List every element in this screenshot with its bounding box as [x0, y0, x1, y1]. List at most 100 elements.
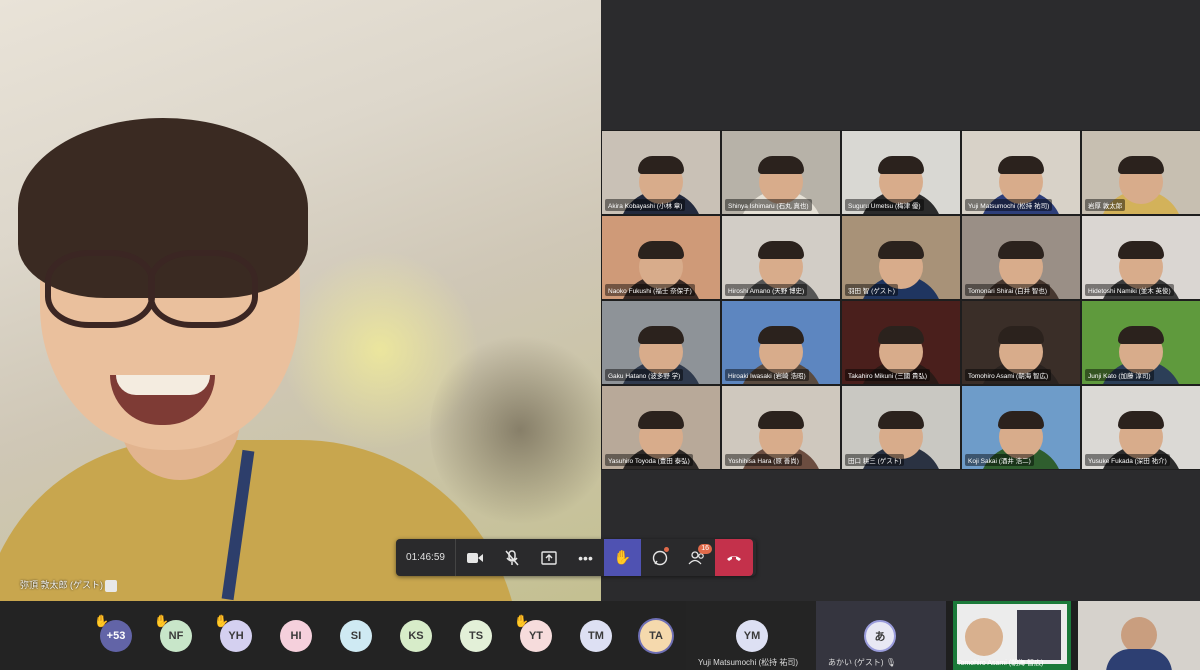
- participant-hair: [638, 156, 684, 174]
- hand-icon: ✋: [613, 549, 632, 565]
- raised-hand-icon: ✋: [514, 614, 529, 628]
- speaker-teeth: [116, 375, 210, 395]
- participant-video-tile[interactable]: Naoko Fukushi (福士 奈保子): [601, 215, 721, 300]
- participant-video-tile[interactable]: Yoshihisa Hara (原 善尚): [721, 385, 841, 470]
- participant-name-label: Yoshihisa Hara (原 善尚): [725, 454, 802, 466]
- participant-name: Yuji Matsumochi (松持 祐司): [698, 658, 799, 667]
- raise-hand-button[interactable]: ✋: [604, 539, 641, 576]
- participant-video-tile[interactable]: 岩厚 敦太郎: [1081, 130, 1200, 215]
- participant-video-tile[interactable]: Hiroaki Iwasaki (岩崎 浩昭): [721, 300, 841, 385]
- participant-avatar[interactable]: TM: [580, 620, 612, 652]
- video-gallery-grid: Akira Kobayashi (小林 章) Shinya Ishimaru (石…: [601, 130, 1200, 470]
- participant-hair: [998, 156, 1044, 174]
- shared-gallery-thumbnail: [1017, 610, 1061, 660]
- mic-toggle-button[interactable]: [493, 539, 530, 576]
- participant-hair: [878, 411, 924, 429]
- participant-hair: [998, 411, 1044, 429]
- participant-hair: [998, 326, 1044, 344]
- participant-hair: [998, 241, 1044, 259]
- active-speaker-video[interactable]: 弥頂 敦太郎 (ゲスト): [0, 0, 601, 601]
- participant-video-tile[interactable]: Koji Sakai (酒井 浩二): [961, 385, 1081, 470]
- pin-icon[interactable]: [105, 580, 117, 592]
- hang-up-icon: [727, 555, 741, 561]
- participant-video-tile[interactable]: Tomohiro Asami (朝海 智広): [961, 300, 1081, 385]
- raised-hand-icon: ✋: [154, 614, 169, 628]
- participant-avatar-row: +53 ✋ NF ✋ YH ✋ HI SI KS TS YT ✋ TM TA: [0, 601, 686, 670]
- participant-name-label: 岩厚 敦太郎: [1085, 199, 1126, 211]
- shared-screen-preview: [957, 604, 1067, 664]
- participant-name-label: Gaku Hatano (波多野 学): [605, 369, 684, 381]
- participant-name-label: 羽田 智 (ゲスト): [845, 284, 898, 296]
- raised-hand-icon: ✋: [214, 614, 229, 628]
- presenter-thumbnail: [965, 618, 1003, 656]
- participant-video-tile[interactable]: Gaku Hatano (波多野 学): [601, 300, 721, 385]
- participant-hair: [758, 326, 804, 344]
- participant-avatar[interactable]: TS: [460, 620, 492, 652]
- participants-button[interactable]: 16: [678, 539, 715, 576]
- participant-hair: [1118, 156, 1164, 174]
- participant-tile-ym[interactable]: YM Yuji Matsumochi (松持 祐司): [686, 601, 816, 670]
- participant-video-tile[interactable]: 田口 耕三 (ゲスト): [841, 385, 961, 470]
- participant-hair: [758, 156, 804, 174]
- more-icon: •••: [578, 549, 593, 566]
- participant-hair: [638, 411, 684, 429]
- share-icon: [540, 550, 557, 565]
- mic-muted-icon: [504, 549, 519, 565]
- participant-name-label: Shinya Ishimaru (石丸 真也): [725, 199, 812, 211]
- meeting-timer: 01:46:59: [396, 539, 456, 576]
- participant-video-tile[interactable]: Yasuhiro Toyoda (豊田 泰弘): [601, 385, 721, 470]
- participant-avatar[interactable]: KS: [400, 620, 432, 652]
- participant-avatar[interactable]: SI: [340, 620, 372, 652]
- chat-unread-dot: [664, 547, 669, 552]
- participant-avatar[interactable]: TA: [640, 620, 672, 652]
- participant-video-tile[interactable]: Suguru Umetsu (梅津 優): [841, 130, 961, 215]
- participant-avatar[interactable]: HI: [280, 620, 312, 652]
- participant-hair: [638, 326, 684, 344]
- more-actions-button[interactable]: •••: [567, 539, 604, 576]
- participant-video-tile[interactable]: Hidetoshi Namiki (並木 英俊): [1081, 215, 1200, 300]
- participant-tile-akai[interactable]: あ あかい (ゲスト) 🎙: [816, 601, 946, 670]
- mic-off-icon: 🎙: [885, 658, 896, 667]
- share-owner-name: Tomohiro Asami (朝海 智広): [957, 660, 1044, 667]
- participant-name-label: Suguru Umetsu (梅津 優): [845, 199, 924, 211]
- participant-video-tile[interactable]: Tomonari Shirai (白井 智也): [961, 215, 1081, 300]
- avatar: YM: [736, 620, 768, 652]
- participant-video-tile[interactable]: 羽田 智 (ゲスト): [841, 215, 961, 300]
- participant-name-label: Naoko Fukushi (福士 奈保子): [605, 284, 695, 296]
- participant-video-tile[interactable]: [1078, 601, 1200, 670]
- camera-icon: [466, 552, 483, 563]
- share-screen-button[interactable]: [530, 539, 567, 576]
- participant-name-text: あかい (ゲスト): [828, 658, 884, 667]
- participant-video-tile[interactable]: Yuji Matsumochi (松持 祐司): [961, 130, 1081, 215]
- raised-hand-icon: ✋: [94, 614, 109, 628]
- participant-name-label: Koji Sakai (酒井 浩二): [965, 454, 1034, 466]
- camera-toggle-button[interactable]: [456, 539, 493, 576]
- participant-name-label: Yusuke Fukada (深田 祐介): [1085, 454, 1170, 466]
- participant-name-label: Tomonari Shirai (白井 智也): [965, 284, 1051, 296]
- participant-video-tile[interactable]: Junji Kato (加藤 淳司): [1081, 300, 1200, 385]
- participant-video-tile[interactable]: Shinya Ishimaru (石丸 真也): [721, 130, 841, 215]
- participant-hair: [878, 156, 924, 174]
- teams-meeting-window: 弥頂 敦太郎 (ゲスト) Akira Kobayashi (小林 章) Shiny…: [0, 0, 1200, 670]
- chat-button[interactable]: [641, 539, 678, 576]
- participant-video-tile[interactable]: Akira Kobayashi (小林 章): [601, 130, 721, 215]
- participant-video-tile[interactable]: Takahiro Mikuni (三國 貴弘): [841, 300, 961, 385]
- participant-name-label: Hidetoshi Namiki (並木 英俊): [1085, 284, 1174, 296]
- participant-name-label: Takahiro Mikuni (三國 貴弘): [845, 369, 931, 381]
- leave-call-button[interactable]: [715, 539, 753, 576]
- participant-name-label: Tomohiro Asami (朝海 智広): [965, 369, 1052, 381]
- participant-name-label: Yasuhiro Toyoda (豊田 泰弘): [605, 454, 693, 466]
- participant-name-label: 田口 耕三 (ゲスト): [845, 454, 905, 466]
- screen-share-tile[interactable]: Tomohiro Asami (朝海 智広): [953, 601, 1071, 670]
- participant-hair: [878, 241, 924, 259]
- participant-video-tile[interactable]: Hiroshi Amano (天野 博史): [721, 215, 841, 300]
- participant-hair: [638, 241, 684, 259]
- participant-name-label: Akira Kobayashi (小林 章): [605, 199, 686, 211]
- participant-shirt: [1106, 649, 1172, 670]
- participant-video-tile[interactable]: Yusuke Fukada (深田 祐介): [1081, 385, 1200, 470]
- participants-count-badge: 16: [698, 544, 712, 554]
- avatar: あ: [864, 620, 896, 652]
- participant-hair: [758, 241, 804, 259]
- participant-name-label: Junji Kato (加藤 淳司): [1085, 369, 1154, 381]
- background-blur: [430, 330, 601, 530]
